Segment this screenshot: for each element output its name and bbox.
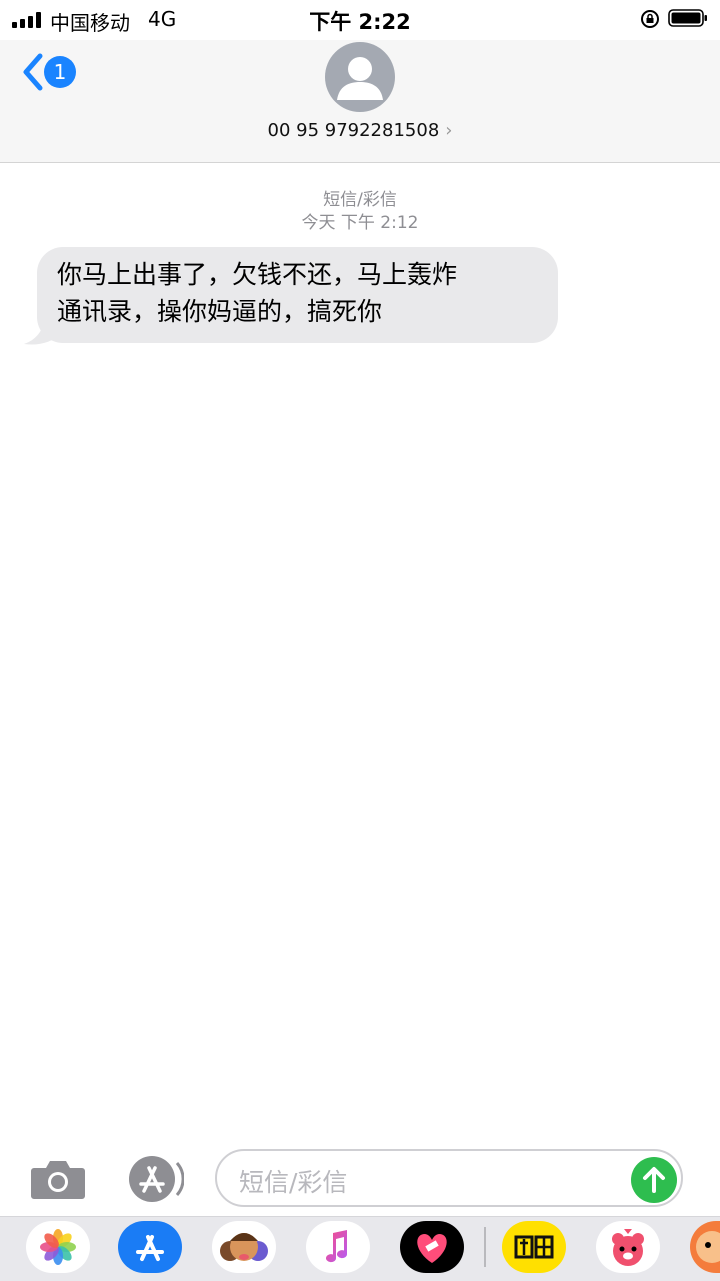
back-button[interactable]: 1 bbox=[18, 52, 78, 92]
contact-number: 00 95 9792281508 bbox=[267, 120, 440, 141]
message-input[interactable]: 短信/彩信 bbox=[215, 1149, 683, 1207]
message-input-placeholder: 短信/彩信 bbox=[239, 1168, 348, 1197]
photos-app-icon[interactable] bbox=[26, 1221, 90, 1273]
message-type-label: 短信/彩信 bbox=[323, 190, 397, 210]
message-timestamp: 今天 下午 2:12 bbox=[301, 213, 419, 233]
xianyu-app-icon[interactable] bbox=[502, 1221, 566, 1273]
imessage-app-drawer bbox=[0, 1216, 720, 1281]
chevron-right-icon: › bbox=[445, 120, 453, 141]
person-icon bbox=[337, 57, 383, 100]
memoji-app-icon[interactable] bbox=[212, 1221, 276, 1273]
app-store-icon[interactable] bbox=[122, 1155, 184, 1203]
bear-sticker-app-icon[interactable] bbox=[596, 1221, 660, 1273]
rotation-lock-icon bbox=[641, 10, 659, 28]
clock: 下午 2:22 bbox=[309, 10, 411, 34]
message-line: 通讯录，操你妈逼的，搞死你 bbox=[57, 297, 383, 326]
contact-title[interactable]: 00 95 9792281508 › bbox=[0, 120, 720, 141]
appstore-app-icon[interactable] bbox=[118, 1221, 182, 1273]
unread-badge: 1 bbox=[44, 56, 76, 88]
send-button[interactable] bbox=[631, 1157, 677, 1203]
arrow-up-icon bbox=[643, 1167, 665, 1193]
music-app-icon[interactable] bbox=[306, 1221, 370, 1273]
cartoon-sticker-app-icon[interactable] bbox=[690, 1221, 720, 1273]
drawer-divider bbox=[484, 1227, 486, 1267]
camera-icon[interactable] bbox=[30, 1158, 86, 1200]
contact-avatar[interactable] bbox=[325, 42, 395, 112]
conversation-header: 1 00 95 9792281508 › bbox=[0, 40, 720, 163]
battery-icon bbox=[668, 9, 707, 27]
status-bar: 中国移动 4G 下午 2:22 bbox=[0, 0, 720, 40]
message-line: 你马上出事了，欠钱不还，马上轰炸 bbox=[57, 260, 458, 289]
message-text: 你马上出事了，欠钱不还，马上轰炸 通讯录，操你妈逼的，搞死你 bbox=[57, 256, 547, 330]
heart-sticker-app-icon[interactable] bbox=[400, 1221, 464, 1273]
